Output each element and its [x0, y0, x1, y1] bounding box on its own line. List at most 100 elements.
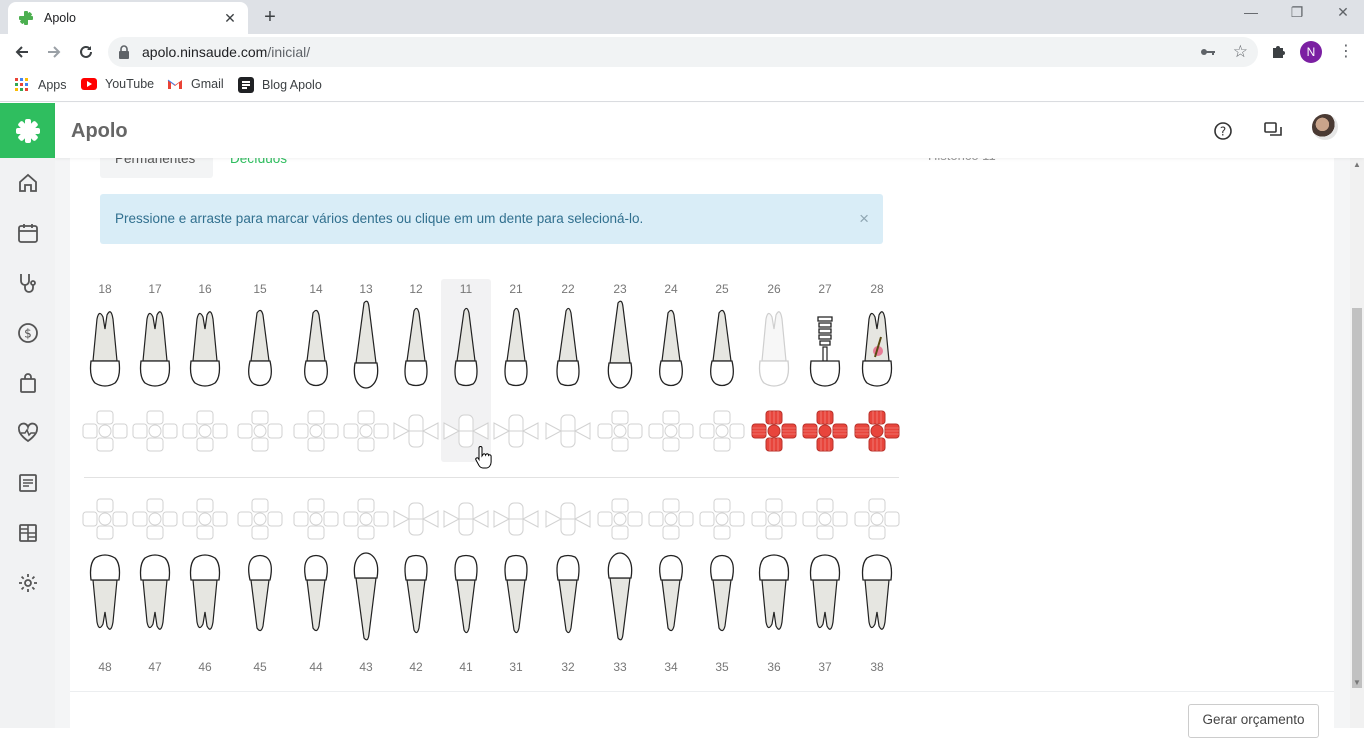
sidebar-finance[interactable]: $: [14, 319, 42, 347]
tooth-surfaces-17[interactable]: [131, 409, 179, 458]
bookmark-blog-apolo[interactable]: Blog Apolo: [238, 77, 322, 93]
tooth-surfaces-44[interactable]: [292, 497, 340, 546]
tooth-surfaces-33[interactable]: [596, 497, 644, 546]
tooth-35[interactable]: [700, 552, 744, 647]
browser-tab[interactable]: Apolo ✕: [8, 2, 248, 34]
tooth-22[interactable]: [546, 299, 590, 394]
app-logo[interactable]: [0, 103, 55, 158]
browser-menu-icon[interactable]: ⋮: [1338, 40, 1354, 64]
tooth-26[interactable]: [752, 299, 796, 394]
tooth-28[interactable]: [855, 299, 899, 394]
tooth-14[interactable]: [294, 299, 338, 394]
address-bar[interactable]: apolo.ninsaude.com/inicial/ ☆: [108, 37, 1258, 67]
tooth-surfaces-32[interactable]: [544, 497, 592, 546]
tooth-surfaces-25[interactable]: [698, 409, 746, 458]
tooth-surfaces-47[interactable]: [131, 497, 179, 546]
sidebar-calendar[interactable]: [14, 219, 42, 247]
chat-button[interactable]: [1258, 116, 1288, 146]
user-avatar[interactable]: [1312, 114, 1338, 140]
key-icon[interactable]: [1200, 44, 1216, 60]
tooth-surfaces-36[interactable]: [750, 497, 798, 546]
tooth-surfaces-28[interactable]: [853, 409, 901, 458]
tooth-16[interactable]: [183, 299, 227, 394]
tooth-surfaces-15[interactable]: [236, 409, 284, 458]
tooth-surfaces-18[interactable]: [81, 409, 129, 458]
tooth-surfaces-43[interactable]: [342, 497, 390, 546]
tooth-45[interactable]: [238, 552, 282, 647]
close-window-button[interactable]: ✕: [1320, 4, 1364, 21]
tooth-44[interactable]: [294, 552, 338, 647]
forward-button[interactable]: [42, 40, 66, 64]
scroll-down-icon[interactable]: ▼: [1352, 678, 1362, 687]
tooth-surfaces-38[interactable]: [853, 497, 901, 546]
tooth-surfaces-34[interactable]: [647, 497, 695, 546]
sidebar-health[interactable]: [14, 419, 42, 447]
sidebar-dashboard[interactable]: [14, 519, 42, 547]
help-button[interactable]: ?: [1208, 116, 1238, 146]
bookmark-gmail[interactable]: Gmail: [167, 77, 224, 91]
profile-avatar[interactable]: N: [1300, 41, 1322, 63]
sidebar-store[interactable]: [14, 369, 42, 397]
new-tab-button[interactable]: +: [260, 6, 280, 28]
tooth-43[interactable]: [344, 552, 388, 647]
tooth-surfaces-35[interactable]: [698, 497, 746, 546]
tooth-18[interactable]: [83, 299, 127, 394]
tooth-15[interactable]: [238, 299, 282, 394]
alert-close-icon[interactable]: ×: [859, 209, 869, 229]
tooth-33[interactable]: [598, 552, 642, 647]
extensions-puzzle-icon[interactable]: [1270, 42, 1288, 60]
tooth-31[interactable]: [494, 552, 538, 647]
minimize-button[interactable]: —: [1228, 4, 1274, 20]
bookmark-apps[interactable]: Apps: [14, 77, 67, 93]
tooth-surfaces-26[interactable]: [750, 409, 798, 458]
tooth-11[interactable]: [444, 299, 488, 394]
restore-button[interactable]: ❐: [1274, 4, 1320, 21]
tooth-41[interactable]: [444, 552, 488, 647]
tooth-surfaces-14[interactable]: [292, 409, 340, 458]
tooth-23[interactable]: [598, 299, 642, 394]
reload-button[interactable]: [74, 40, 98, 64]
tooth-48[interactable]: [83, 552, 127, 647]
tooth-surfaces-48[interactable]: [81, 497, 129, 546]
tooth-13[interactable]: [344, 299, 388, 394]
tooth-32[interactable]: [546, 552, 590, 647]
sidebar-home[interactable]: [14, 169, 42, 197]
close-tab-icon[interactable]: ✕: [222, 10, 238, 27]
back-button[interactable]: [10, 40, 34, 64]
scrollbar-thumb[interactable]: [1352, 308, 1362, 688]
sidebar-settings[interactable]: [14, 569, 42, 597]
sidebar-clinical[interactable]: [14, 269, 42, 297]
tooth-24[interactable]: [649, 299, 693, 394]
tooth-surfaces-41[interactable]: [442, 497, 490, 546]
tooth-46[interactable]: [183, 552, 227, 647]
scroll-up-icon[interactable]: ▲: [1352, 160, 1362, 169]
tooth-surfaces-21[interactable]: [492, 409, 540, 458]
tooth-47[interactable]: [133, 552, 177, 647]
tooth-surfaces-31[interactable]: [492, 497, 540, 546]
tooth-21[interactable]: [494, 299, 538, 394]
tooth-surfaces-22[interactable]: [544, 409, 592, 458]
tooth-surfaces-46[interactable]: [181, 497, 229, 546]
tooth-38[interactable]: [855, 552, 899, 647]
sidebar-reports[interactable]: [14, 469, 42, 497]
tooth-surfaces-12[interactable]: [392, 409, 440, 458]
tooth-surfaces-42[interactable]: [392, 497, 440, 546]
tooth-25[interactable]: [700, 299, 744, 394]
tooth-37[interactable]: [803, 552, 847, 647]
tooth-surfaces-13[interactable]: [342, 409, 390, 458]
tooth-36[interactable]: [752, 552, 796, 647]
tooth-surfaces-16[interactable]: [181, 409, 229, 458]
bookmark-star-icon[interactable]: ☆: [1233, 42, 1248, 62]
bookmark-youtube[interactable]: YouTube: [81, 77, 154, 91]
generate-budget-button[interactable]: Gerar orçamento: [1188, 704, 1319, 738]
tooth-34[interactable]: [649, 552, 693, 647]
tooth-surfaces-23[interactable]: [596, 409, 644, 458]
tooth-42[interactable]: [394, 552, 438, 647]
tooth-surfaces-24[interactable]: [647, 409, 695, 458]
tooth-surfaces-45[interactable]: [236, 497, 284, 546]
tooth-27[interactable]: [803, 299, 847, 394]
tooth-surfaces-27[interactable]: [801, 409, 849, 458]
tooth-surfaces-37[interactable]: [801, 497, 849, 546]
tooth-17[interactable]: [133, 299, 177, 394]
tooth-12[interactable]: [394, 299, 438, 394]
